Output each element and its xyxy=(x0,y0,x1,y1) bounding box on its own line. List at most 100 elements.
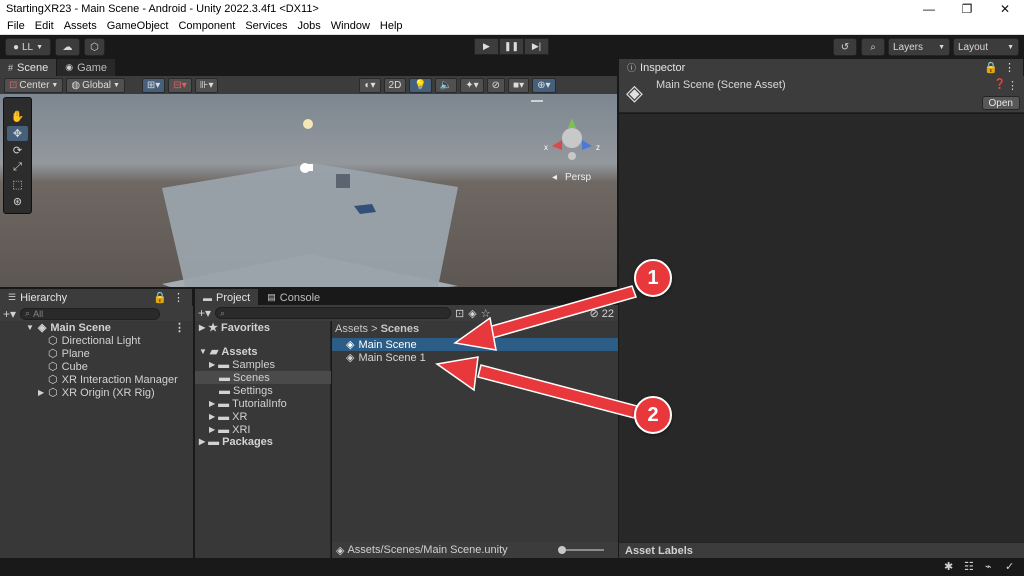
space-dropdown[interactable]: ◍ Global ▼ xyxy=(66,77,125,93)
cube-object[interactable] xyxy=(336,174,350,188)
account-dropdown[interactable]: ● LL ▼ xyxy=(5,38,51,56)
snap-settings-button[interactable]: ⊟▾ xyxy=(168,77,192,93)
snap-grid-button[interactable]: ⊞▾ xyxy=(141,77,166,93)
hierarchy-item[interactable]: ⬡ Plane xyxy=(48,347,90,361)
history-button[interactable]: ↺ xyxy=(833,38,857,56)
transform-tool-button[interactable]: ⊛ xyxy=(7,194,28,209)
pause-button[interactable]: ❚❚ xyxy=(499,38,524,55)
hexagon-icon: ⬡ xyxy=(90,41,99,53)
tab-console[interactable]: ▤ Console xyxy=(259,289,330,306)
tree-folder[interactable]: ▬ Settings xyxy=(195,384,331,397)
layout-dropdown[interactable]: Layout ▼ xyxy=(953,38,1019,56)
more-icon[interactable]: ⋮ xyxy=(1004,61,1015,74)
hierarchy-item-label: XR Interaction Manager xyxy=(61,373,178,386)
toggle-2d-button[interactable]: 2D xyxy=(383,77,407,93)
move-tool-button[interactable]: ✥ xyxy=(7,126,28,141)
expand-arrow-icon: ▶ xyxy=(209,399,216,408)
hidden-packages-toggle[interactable]: ⊘ 22 xyxy=(589,307,614,320)
favorite-search-icon[interactable]: ☆ xyxy=(481,307,491,320)
slider-thumb[interactable] xyxy=(558,546,566,554)
help-icon[interactable]: ❓ xyxy=(994,79,1006,90)
tree-packages[interactable]: ▶ ▬ Packages xyxy=(195,435,331,448)
hand-tool-button[interactable]: ✋ xyxy=(7,109,28,124)
pivot-dropdown[interactable]: ⊡ Center ▼ xyxy=(4,77,64,93)
menu-component[interactable]: Component xyxy=(173,20,240,32)
breadcrumb-root[interactable]: Assets xyxy=(335,323,368,335)
step-button[interactable]: ▶| xyxy=(524,38,549,55)
breadcrumb-current[interactable]: Scenes xyxy=(381,323,420,335)
sun-icon[interactable] xyxy=(303,119,313,129)
file-item-main-scene[interactable]: ◈ Main Scene xyxy=(332,338,618,351)
audio-toggle[interactable]: 🔈 xyxy=(434,77,458,93)
tree-folder[interactable]: ▶ ▬ TutorialInfo xyxy=(195,397,331,410)
tab-hierarchy[interactable]: ☰ Hierarchy 🔒 ⋮ xyxy=(0,289,193,306)
expand-arrow-icon[interactable]: ▶ xyxy=(38,388,44,397)
scene-viewport[interactable]: x z Persp ◂ ✋ ✥ ⟳ ⤢ ⬚ ⊛ xyxy=(0,94,617,287)
network-icon[interactable]: ⌁ xyxy=(985,560,992,573)
visibility-toggle[interactable]: ⊘ xyxy=(486,77,506,93)
tab-inspector[interactable]: ⓘ Inspector 🔒 ⋮ xyxy=(619,59,1024,76)
folder-icon: ▬ xyxy=(218,358,230,371)
lock-icon[interactable]: 🔒 xyxy=(984,61,998,74)
more-icon[interactable]: ⋮ xyxy=(174,321,185,334)
hierarchy-item[interactable]: ⬡ Directional Light xyxy=(48,334,140,348)
menu-edit[interactable]: Edit xyxy=(30,20,59,32)
tree-folder[interactable]: ▬ Scenes xyxy=(195,371,331,384)
scale-tool-button[interactable]: ⤢ xyxy=(7,160,28,175)
hierarchy-search-input[interactable]: ⌕ All xyxy=(20,307,161,320)
lighting-toggle[interactable]: 💡 xyxy=(409,77,432,93)
close-button[interactable]: ✕ xyxy=(986,2,1024,16)
more-icon[interactable]: ⋮ xyxy=(1007,79,1018,92)
add-dropdown[interactable]: +▾ xyxy=(198,306,211,320)
tab-project[interactable]: ▬ Project xyxy=(195,289,260,306)
search-button[interactable]: ⌕ xyxy=(861,38,885,56)
orientation-gizmo[interactable]: x z xyxy=(544,118,600,160)
maximize-button[interactable]: ❐ xyxy=(948,2,986,16)
database-icon[interactable]: ☷ xyxy=(964,560,974,573)
search-by-type-icon[interactable]: ⊡ xyxy=(455,307,464,320)
open-button[interactable]: Open xyxy=(981,96,1020,110)
menu-jobs[interactable]: Jobs xyxy=(293,20,326,32)
projection-label[interactable]: Persp xyxy=(565,172,592,183)
tab-scene[interactable]: # Scene xyxy=(0,59,58,76)
icon-size-slider[interactable] xyxy=(558,546,604,554)
services-button[interactable]: ⬡ xyxy=(84,38,105,56)
increment-snap-button[interactable]: ⊪▾ xyxy=(194,77,219,93)
tree-folder[interactable]: ▶ ▬ XR xyxy=(195,410,331,423)
hierarchy-scene-root[interactable]: ▼ ◈ Main Scene ⋮ xyxy=(26,321,191,335)
menu-file[interactable]: File xyxy=(2,20,30,32)
hierarchy-item[interactable]: ⬡ XR Interaction Manager xyxy=(48,373,178,387)
menu-window[interactable]: Window xyxy=(326,20,375,32)
camera-dropdown[interactable]: ■▾ xyxy=(508,77,530,93)
layers-dropdown[interactable]: Layers ▼ xyxy=(888,38,950,56)
rotate-tool-button[interactable]: ⟳ xyxy=(7,143,28,158)
menu-assets[interactable]: Assets xyxy=(59,20,102,32)
scene-toolbar: ⊡ Center ▼ ◍ Global ▼ ⊞▾ ⊟▾ ⊪▾ ◐▾ 2D 💡 🔈… xyxy=(0,76,617,94)
rect-tool-button[interactable]: ⬚ xyxy=(7,177,28,192)
asset-labels-bar[interactable]: Asset Labels xyxy=(619,542,1024,558)
info-icon: ⓘ xyxy=(627,63,637,73)
tree-folder[interactable]: ▶ ▬ Samples xyxy=(195,358,331,371)
play-button[interactable]: ▶ xyxy=(474,38,499,55)
lock-icon[interactable]: 🔒 xyxy=(153,291,167,304)
tab-game[interactable]: ◉ Game xyxy=(57,59,117,76)
draw-mode-dropdown[interactable]: ◐▾ xyxy=(359,77,381,93)
bug-icon[interactable]: ✱ xyxy=(944,560,953,573)
minimize-button[interactable]: — xyxy=(910,2,948,16)
search-by-label-icon[interactable]: ◈ xyxy=(468,307,476,320)
more-icon[interactable]: ⋮ xyxy=(173,291,184,304)
menu-services[interactable]: Services xyxy=(240,20,292,32)
cloud-button[interactable]: ☁ xyxy=(55,38,80,56)
gizmos-dropdown[interactable]: ⊕▾ xyxy=(532,77,556,93)
hierarchy-item[interactable]: ▶ ⬡ XR Origin (XR Rig) xyxy=(38,386,155,400)
tree-favorites[interactable]: ▶ ★ Favorites xyxy=(195,321,331,335)
hierarchy-item[interactable]: ⬡ Cube xyxy=(48,360,88,374)
file-item-main-scene-1[interactable]: ◈ Main Scene 1 xyxy=(332,351,618,365)
add-dropdown[interactable]: +▾ xyxy=(3,307,16,321)
effects-dropdown[interactable]: ✦▾ xyxy=(460,77,484,93)
check-icon[interactable]: ✓ xyxy=(1005,560,1014,573)
tree-assets[interactable]: ▼ ▰ Assets xyxy=(195,345,331,359)
menu-gameobject[interactable]: GameObject xyxy=(102,20,174,32)
project-search-input[interactable]: ⌕ xyxy=(215,307,452,319)
menu-help[interactable]: Help xyxy=(375,20,408,32)
